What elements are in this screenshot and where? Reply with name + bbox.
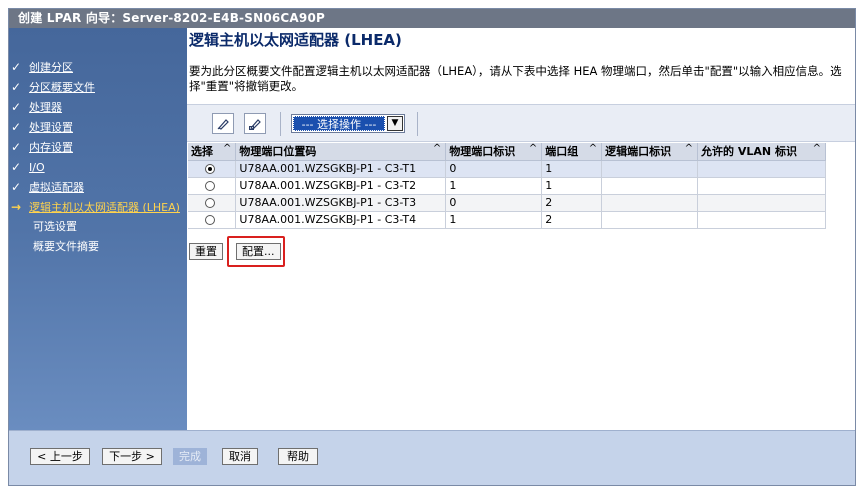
column-header-port-id[interactable]: 物理端口标识 ^ xyxy=(445,143,543,161)
column-header-select[interactable]: 选择 ^ xyxy=(188,143,237,161)
step-label: 可选设置 xyxy=(33,220,77,233)
toolbar-separator xyxy=(280,112,281,136)
step-create-partition[interactable]: ✓ 创建分区 xyxy=(11,58,73,76)
configure-button[interactable]: 配置... xyxy=(236,243,281,260)
wizard-footer: < 上一步 下一步 > 完成 取消 帮助 xyxy=(9,430,855,485)
wizard-step-nav: ✓ 创建分区 ✓ 分区概要文件 ✓ 处理器 ✓ 处理设置 ✓ 内存设置 ✓ I/O ✓ 虚拟适… xyxy=(9,28,187,430)
column-header-vlan-ids[interactable]: 允许的 VLAN 标识 ^ xyxy=(697,143,826,161)
step-optional-settings: 可选设置 xyxy=(11,218,77,236)
port-group-cell: 1 xyxy=(541,177,603,195)
step-io[interactable]: ✓ I/O xyxy=(11,158,45,176)
logical-port-id-cell xyxy=(601,194,699,212)
deselect-all-button[interactable] xyxy=(244,113,266,134)
checkmark-icon: ✓ xyxy=(11,80,22,94)
table-row[interactable]: U78AA.001.WZSGKBJ-P1 - C3-T2 1 1 xyxy=(188,177,826,195)
wizard-window: 创建 LPAR 向导：Server-8202-E4B-SN06CA90P ✓ 创建… xyxy=(8,8,856,486)
row-select-cell xyxy=(188,194,237,212)
row-select-cell xyxy=(188,177,237,195)
port-id-cell: 1 xyxy=(445,211,543,229)
step-label: 处理设置 xyxy=(29,121,73,134)
sort-icon: ^ xyxy=(684,143,694,154)
row-radio[interactable] xyxy=(205,181,215,191)
cancel-button[interactable]: 取消 xyxy=(222,448,258,465)
vlan-ids-cell xyxy=(697,160,826,178)
table-toolbar: --- 选择操作 --- ▼ xyxy=(187,104,855,142)
reset-button[interactable]: 重置 xyxy=(189,243,223,260)
deselect-all-icon xyxy=(249,119,261,130)
row-select-cell xyxy=(188,211,237,229)
step-processors[interactable]: ✓ 处理器 xyxy=(11,98,62,116)
window-title: 创建 LPAR 向导：Server-8202-E4B-SN06CA90P xyxy=(9,9,855,28)
location-cell: U78AA.001.WZSGKBJ-P1 - C3-T2 xyxy=(235,177,447,195)
logical-port-id-cell xyxy=(601,211,699,229)
sort-icon: ^ xyxy=(432,143,442,154)
location-cell: U78AA.001.WZSGKBJ-P1 - C3-T1 xyxy=(235,160,447,178)
step-label: I/O xyxy=(29,161,45,174)
sort-icon: ^ xyxy=(812,143,821,154)
row-radio[interactable] xyxy=(205,198,215,208)
finish-button: 完成 xyxy=(173,448,207,465)
row-radio[interactable] xyxy=(205,215,215,225)
action-select[interactable]: --- 选择操作 --- ▼ xyxy=(291,114,405,133)
step-lhea-current[interactable]: → 逻辑主机以太网适配器 (LHEA) xyxy=(11,198,180,216)
port-id-cell: 1 xyxy=(445,177,543,195)
logical-port-id-cell xyxy=(601,177,699,195)
row-select-cell xyxy=(188,160,237,178)
checkmark-icon: ✓ xyxy=(11,120,22,134)
checkmark-icon: ✓ xyxy=(11,160,22,174)
hea-ports-table: 选择 ^ 物理端口位置码 ^ 物理端口标识 ^ 端口组 ^ 逻辑端口标识 ^ 允许的 VL… xyxy=(188,143,826,229)
vlan-ids-cell xyxy=(697,211,826,229)
vlan-ids-cell xyxy=(697,194,826,212)
location-cell: U78AA.001.WZSGKBJ-P1 - C3-T3 xyxy=(235,194,447,212)
row-radio[interactable] xyxy=(205,164,215,174)
step-virtual-adapters[interactable]: ✓ 虚拟适配器 xyxy=(11,178,84,196)
table-row[interactable]: U78AA.001.WZSGKBJ-P1 - C3-T4 1 2 xyxy=(188,211,826,229)
checkmark-icon: ✓ xyxy=(11,60,22,74)
checkmark-icon: ✓ xyxy=(11,140,22,154)
step-processing-settings[interactable]: ✓ 处理设置 xyxy=(11,118,73,136)
select-all-icon xyxy=(217,119,229,130)
sort-icon: ^ xyxy=(528,143,538,154)
vlan-ids-cell xyxy=(697,177,826,195)
step-label: 分区概要文件 xyxy=(29,81,95,94)
location-cell: U78AA.001.WZSGKBJ-P1 - C3-T4 xyxy=(235,211,447,229)
step-label: 内存设置 xyxy=(29,141,73,154)
step-label: 虚拟适配器 xyxy=(29,181,84,194)
step-label: 创建分区 xyxy=(29,61,73,74)
instructions-text: 要为此分区概要文件配置逻辑主机以太网适配器（LHEA），请从下表中选择 HEA … xyxy=(189,64,842,93)
table-header-row: 选择 ^ 物理端口位置码 ^ 物理端口标识 ^ 端口组 ^ 逻辑端口标识 ^ 允许的 VL… xyxy=(188,143,826,161)
select-all-button[interactable] xyxy=(212,113,234,134)
port-id-cell: 0 xyxy=(445,194,543,212)
chevron-down-icon[interactable]: ▼ xyxy=(387,116,403,131)
column-header-location[interactable]: 物理端口位置码 ^ xyxy=(235,143,447,161)
page-title: 逻辑主机以太网适配器 (LHEA) xyxy=(189,31,402,49)
sort-icon: ^ xyxy=(223,143,232,154)
help-button[interactable]: 帮助 xyxy=(278,448,318,465)
port-id-cell: 0 xyxy=(445,160,543,178)
port-group-cell: 1 xyxy=(541,160,603,178)
main-panel: 逻辑主机以太网适配器 (LHEA) 要为此分区概要文件配置逻辑主机以太网适配器（… xyxy=(187,28,855,430)
step-label: 处理器 xyxy=(29,101,62,114)
table-row[interactable]: U78AA.001.WZSGKBJ-P1 - C3-T3 0 2 xyxy=(188,194,826,212)
checkmark-icon: ✓ xyxy=(11,100,22,114)
port-group-cell: 2 xyxy=(541,194,603,212)
step-label: 逻辑主机以太网适配器 (LHEA) xyxy=(29,201,180,214)
logical-port-id-cell xyxy=(601,160,699,178)
sort-icon: ^ xyxy=(588,143,598,154)
column-header-logical-port-id[interactable]: 逻辑端口标识 ^ xyxy=(601,143,699,161)
step-profile-summary: 概要文件摘要 xyxy=(11,238,99,256)
step-memory-settings[interactable]: ✓ 内存设置 xyxy=(11,138,73,156)
port-group-cell: 2 xyxy=(541,211,603,229)
action-select-value: --- 选择操作 --- xyxy=(293,116,385,131)
step-partition-profile[interactable]: ✓ 分区概要文件 xyxy=(11,78,95,96)
step-label: 概要文件摘要 xyxy=(33,240,99,253)
next-button[interactable]: 下一步 > xyxy=(102,448,162,465)
toolbar-separator xyxy=(417,112,418,136)
arrow-right-icon: → xyxy=(11,200,22,214)
column-header-port-group[interactable]: 端口组 ^ xyxy=(541,143,603,161)
checkmark-icon: ✓ xyxy=(11,180,22,194)
back-button[interactable]: < 上一步 xyxy=(30,448,90,465)
table-row[interactable]: U78AA.001.WZSGKBJ-P1 - C3-T1 0 1 xyxy=(188,160,826,178)
